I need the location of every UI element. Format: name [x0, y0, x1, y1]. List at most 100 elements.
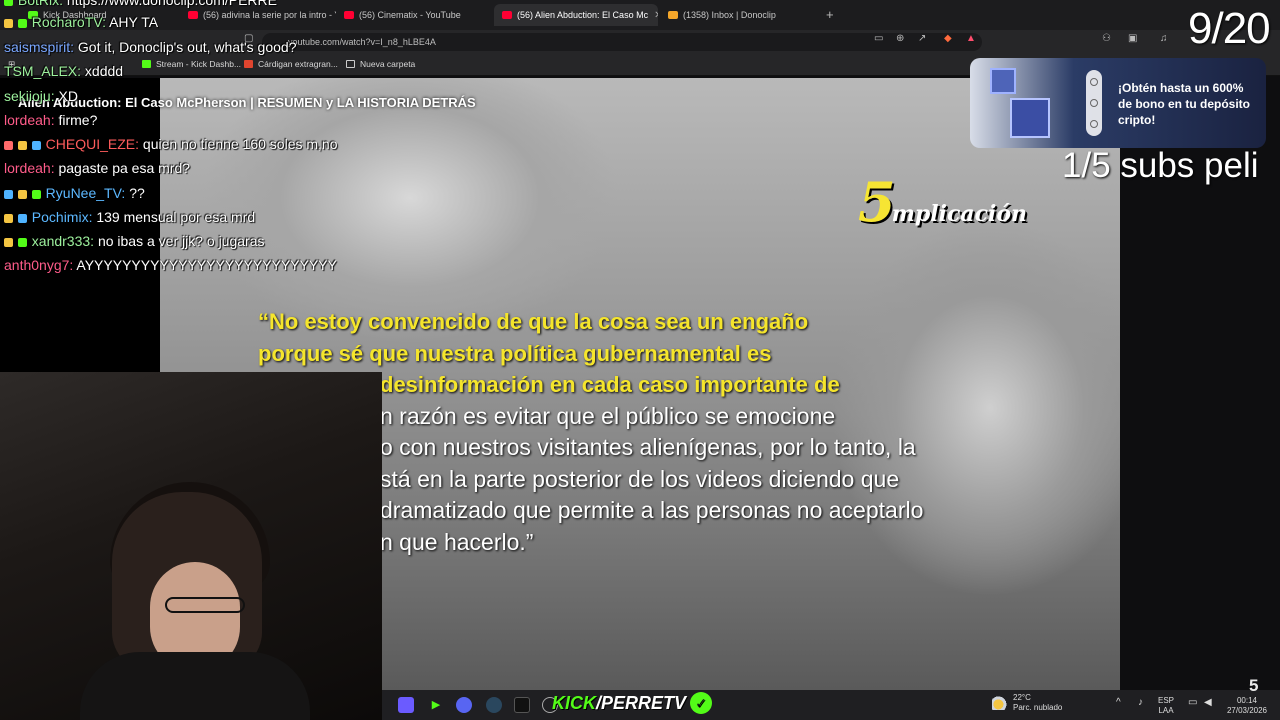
clock-date: 27/03/2026 [1226, 706, 1268, 715]
share-icon[interactable]: ↗ [918, 33, 926, 44]
apps-icon[interactable] [398, 697, 414, 713]
subs-goal: 1/5 subs peli [1062, 146, 1259, 185]
media-icon[interactable]: ♫ [1160, 33, 1168, 44]
video-title: Alien Abduction: El Caso McPherson | RES… [18, 95, 476, 110]
microphone-icon[interactable]: ♪ [1138, 698, 1143, 708]
kick-favicon-icon [142, 60, 151, 68]
chat-text: AYYYYYYYYYYYYYYYYYYYYYYYYYYY [76, 257, 337, 273]
system-clock[interactable]: 00:14 27/03/2026 [1224, 696, 1270, 716]
chat-message: sekiioju: XD [4, 88, 78, 104]
chat-text: no ibas a ver jjk? o jugaras [97, 233, 265, 249]
chat-username: sekiioju: [4, 88, 55, 104]
chat-message: RocharoTV: AHY TA [4, 14, 158, 30]
url-text: youtube.com/watch?v=I_n8_hLBE4A [288, 37, 436, 47]
gem-badge-icon [31, 141, 41, 150]
badge-icon [4, 0, 13, 6]
webcam-glasses [165, 597, 245, 613]
clock-time: 00:14 [1236, 696, 1258, 705]
search-icon [1090, 78, 1098, 86]
chat-username: lordeah: [4, 160, 55, 176]
terminal-icon[interactable] [514, 697, 530, 713]
chat-message: Pochimix: 139 mensual por esa mrd [4, 209, 255, 225]
brave-shield-icon[interactable]: ◆ [944, 33, 952, 44]
screenshot-icon[interactable]: ▭ [874, 33, 883, 44]
keyboard-layout: LAA [1158, 706, 1174, 715]
weather-temperature: 22°C [1013, 693, 1031, 702]
tab-alien-abduction[interactable]: (56) Alien Abduction: El Caso Mc ✕ [494, 4, 658, 26]
goal-counter: 9/20 [1188, 4, 1271, 53]
bookmark-label: Nueva carpeta [360, 59, 416, 69]
crypto-ad-banner[interactable]: ¡Obtén hasta un 600% de bono en tu depós… [970, 58, 1266, 148]
chat-text: XD [58, 88, 78, 104]
wallet-icon[interactable]: ▣ [1128, 33, 1137, 44]
close-tab-icon[interactable]: ✕ [648, 10, 658, 21]
chat-message: RyuNee_TV: ?? [4, 185, 145, 201]
chat-text: Got it, Donoclip's out, what's good? [77, 39, 297, 55]
volume-icon[interactable]: ◀ [1204, 698, 1212, 708]
kick-channel-name: /PERRETV [596, 692, 687, 713]
play-icon[interactable]: ▶ [428, 697, 444, 713]
partly-cloudy-icon [992, 696, 1008, 710]
chevron-up-icon[interactable]: ^ [1116, 698, 1121, 708]
chat-username: BotRix: [17, 0, 64, 8]
chat-username: TSM_ALEX: [4, 63, 82, 79]
rewards-icon[interactable]: ▲ [966, 33, 976, 44]
crown-badge-icon [17, 190, 27, 199]
chat-message: TSM_ALEX: xdddd [4, 63, 123, 79]
sub-badge-icon [17, 19, 27, 28]
badge-icon [17, 141, 27, 150]
verified-check-icon: ✓ [690, 692, 713, 714]
chat-username: anth0nyg7: [4, 257, 74, 273]
chat-message: BotRix: https://www.donoclip.com/PERRE [4, 0, 277, 8]
chat-username: saismspirit: [4, 39, 75, 55]
tab-label: (56) Alien Abduction: El Caso Mc [517, 10, 649, 20]
chat-username: lordeah: [4, 112, 55, 128]
zoom-icon[interactable]: ⊕ [896, 33, 904, 44]
donoclip-favicon-icon [668, 11, 678, 19]
gift-box-icon [990, 68, 1016, 94]
network-icon[interactable]: ▭ [1188, 698, 1197, 708]
chat-text: pagaste pa esa mrd? [58, 160, 191, 176]
shop-favicon-icon [244, 60, 253, 68]
weather-condition: Parc. nublado [1013, 703, 1063, 712]
sub-badge-icon [17, 238, 27, 247]
ad-text: ¡Obtén hasta un 600% de bono en tu depós… [1118, 81, 1250, 127]
bookmark-label: Stream - Kick Dashb... [156, 59, 242, 69]
ad-icon-rail [1086, 70, 1102, 136]
chat-text: AHY TA [109, 14, 159, 30]
kick-prefix: KICK [552, 692, 596, 713]
new-tab-button[interactable]: + [826, 7, 834, 22]
language-indicator[interactable]: ESP LAA [1158, 696, 1174, 716]
chat-text: https://www.donoclip.com/PERRE [66, 0, 277, 8]
youtube-favicon-icon [344, 11, 354, 19]
tab-cinematix[interactable]: (56) Cinematix - YouTube [336, 4, 494, 26]
folder-icon [346, 60, 355, 68]
badge-icon [4, 141, 13, 150]
bookmark-cardigan[interactable]: Cárdigan extragran... [244, 59, 338, 69]
watermark-number: 5 [858, 170, 896, 234]
sword-badge-icon [4, 190, 13, 199]
chat-text: 139 mensual por esa mrd [96, 209, 256, 225]
quote-line: “No estoy convencido de que la cosa sea … [258, 309, 809, 334]
badge-icon [4, 214, 13, 223]
chat-username: RocharoTV: [31, 14, 106, 30]
sub-badge-icon [31, 190, 41, 199]
chat-text: xdddd [84, 63, 124, 79]
chat-username: RyuNee_TV: [45, 185, 126, 201]
discord-icon[interactable] [456, 697, 472, 713]
chat-message: saismspirit: Got it, Donoclip's out, wha… [4, 39, 297, 55]
crown-badge-icon [4, 19, 13, 28]
bookmark-kick-dashboard[interactable]: Stream - Kick Dashb... [142, 59, 241, 69]
steam-icon[interactable] [486, 697, 502, 713]
crown-badge-icon [4, 238, 13, 247]
tab-donoclip-inbox[interactable]: (1358) Inbox | Donoclip [660, 4, 820, 26]
kick-channel-logo: KICK /PERRETV ✓ [552, 690, 713, 716]
webcam-person-shirt [80, 652, 310, 720]
corner-number: 5 [1249, 676, 1259, 695]
extensions-icon[interactable]: ⚇ [1102, 33, 1111, 44]
tab-label: (56) Cinematix - YouTube [359, 10, 461, 20]
bookmark-nueva-carpeta[interactable]: Nueva carpeta [346, 59, 415, 69]
youtube-favicon-icon [502, 11, 512, 19]
watermark-word: mplicación [891, 201, 1028, 227]
weather-widget[interactable]: 22°C Parc. nublado [992, 693, 1062, 713]
